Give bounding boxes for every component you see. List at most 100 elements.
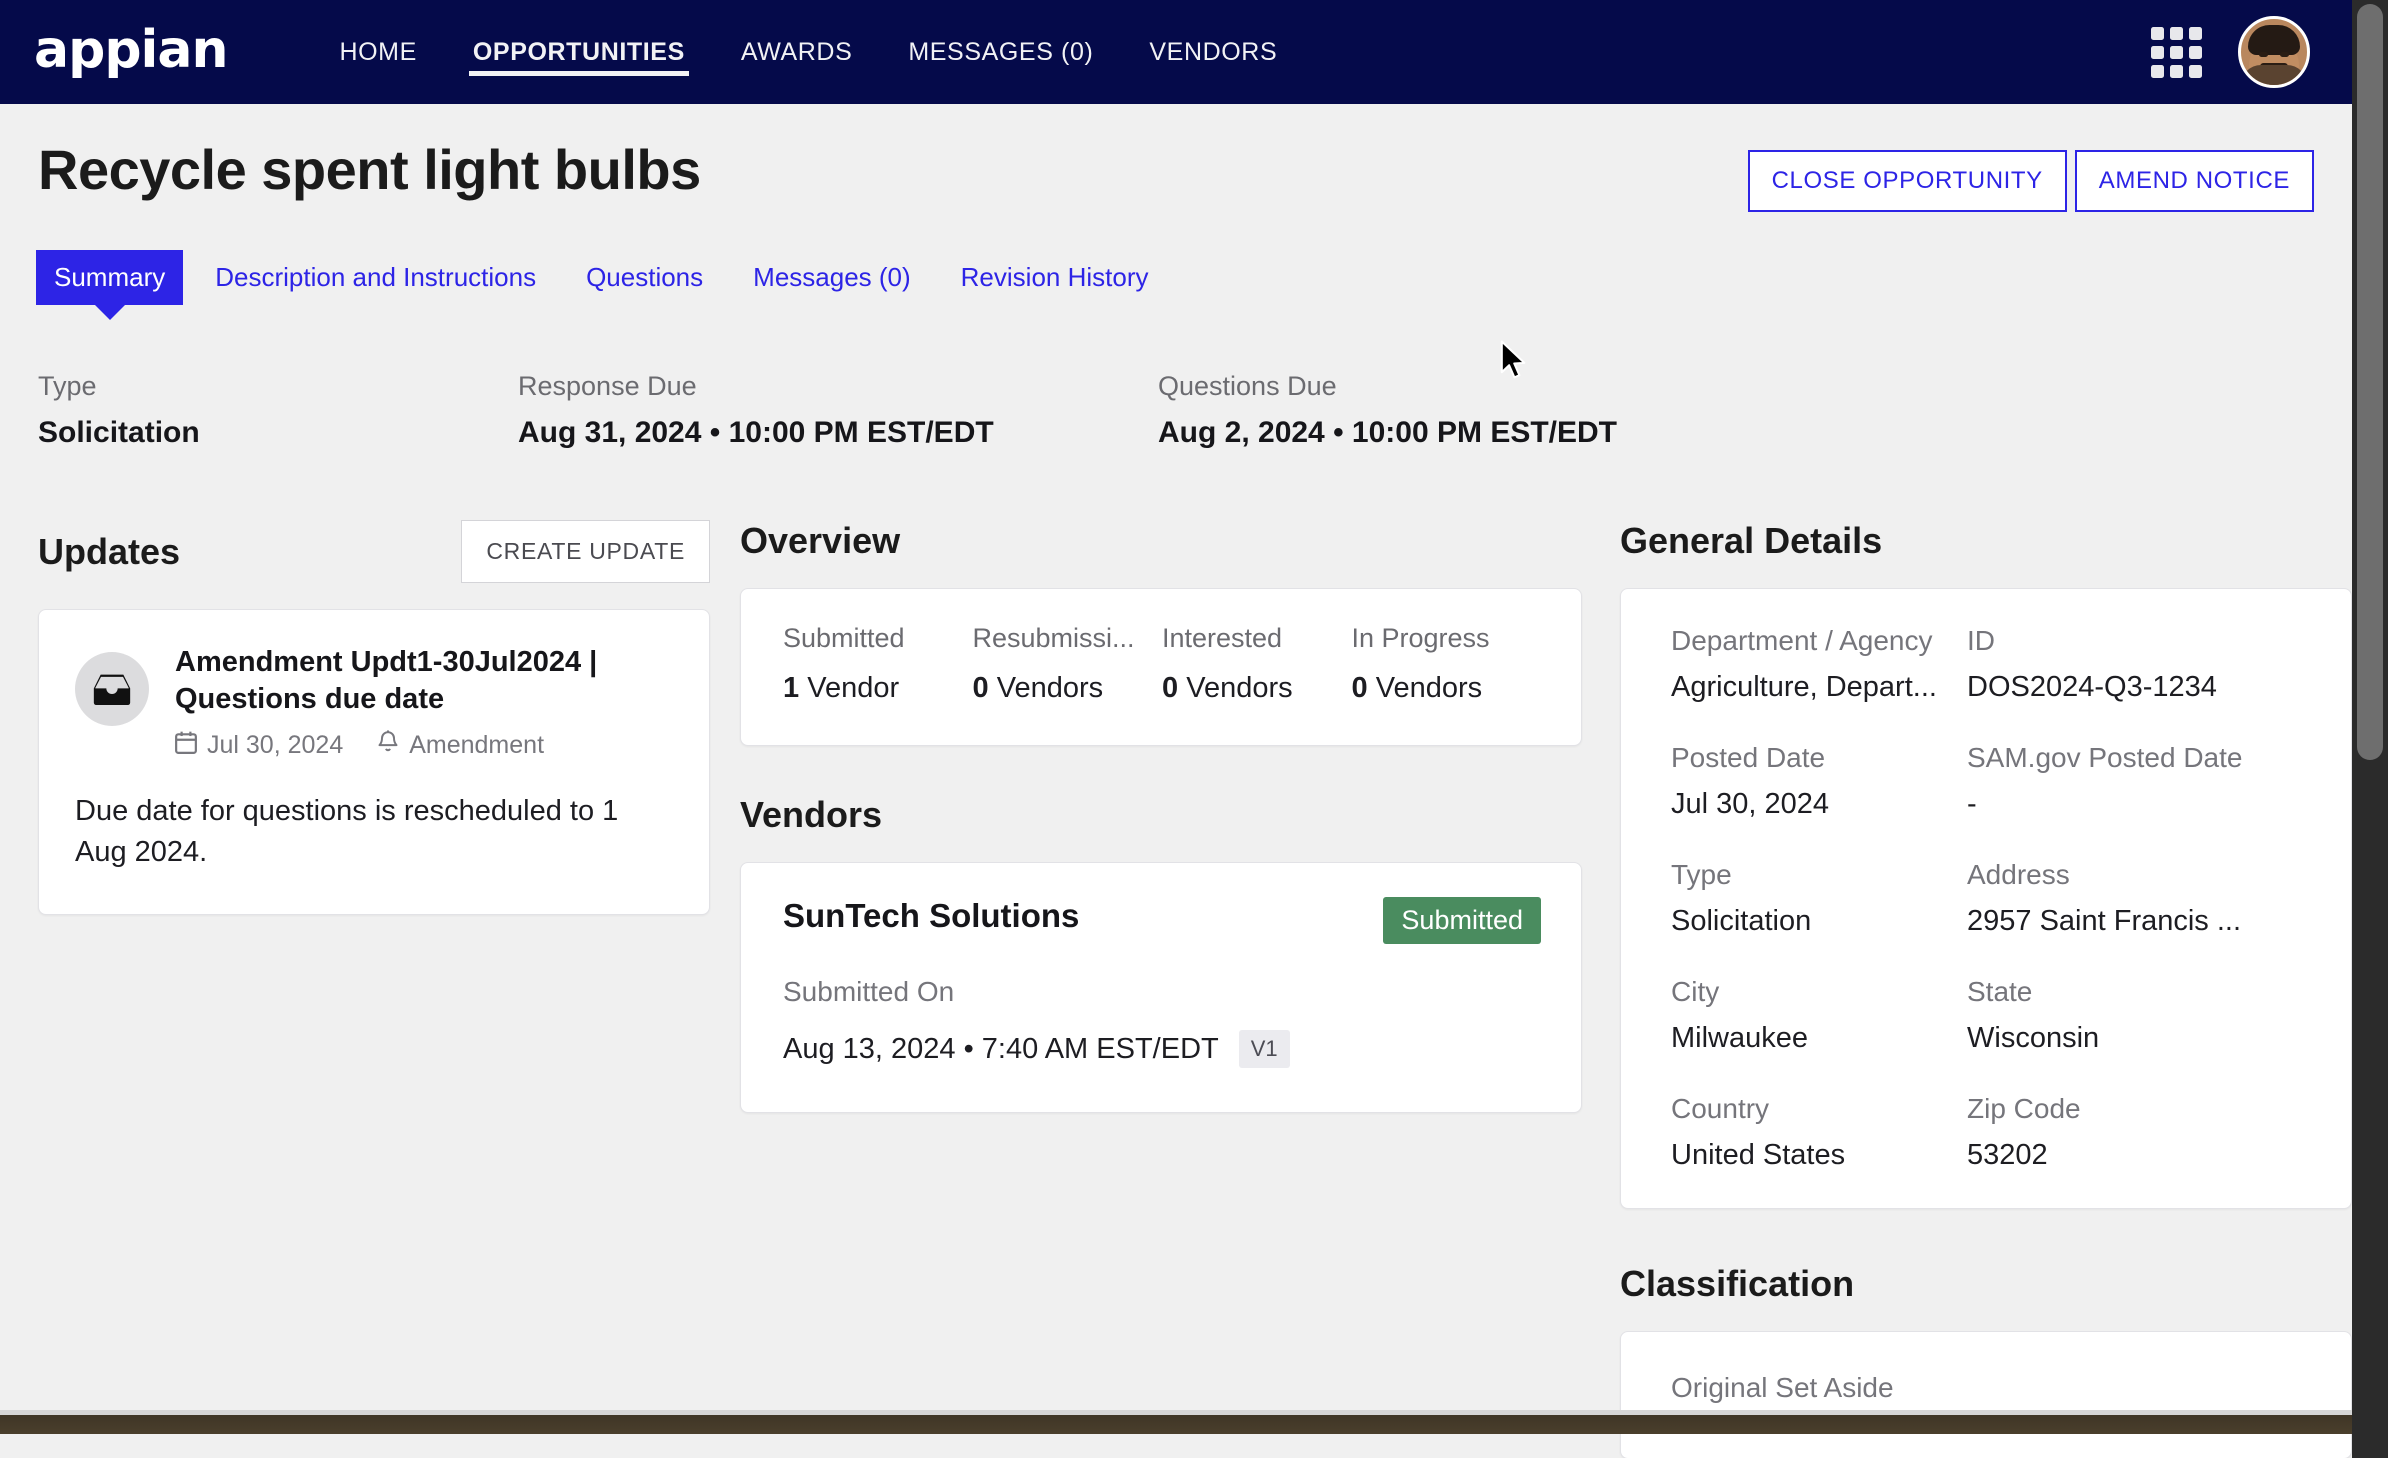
overview-card: Submitted 1 Vendor Resubmissi... 0 Vendo… bbox=[740, 588, 1582, 746]
top-navigation-bar: appian HOME OPPORTUNITIES AWARDS MESSAGE… bbox=[0, 0, 2352, 104]
update-date: Jul 30, 2024 bbox=[207, 731, 344, 760]
gd-label: Department / Agency bbox=[1671, 625, 1933, 656]
main-nav-links: HOME OPPORTUNITIES AWARDS MESSAGES (0) V… bbox=[311, 0, 1305, 104]
summary-columns: Updates CREATE UPDATE Amendment Updt1-30… bbox=[0, 450, 2352, 1458]
gd-value: Jul 30, 2024 bbox=[1671, 788, 1830, 820]
gd-label: SAM.gov Posted Date bbox=[1967, 742, 2243, 773]
overview-section-header: Overview bbox=[740, 520, 1582, 562]
vertical-scrollbar-track[interactable] bbox=[2352, 0, 2388, 1458]
gd-value: Agriculture, Depart... bbox=[1671, 671, 1937, 703]
update-meta: Jul 30, 2024 Amendment bbox=[175, 730, 673, 761]
tab-messages[interactable]: Messages (0) bbox=[735, 250, 929, 305]
general-details-column: General Details Department / Agency ID A… bbox=[1620, 520, 2352, 1458]
overview-stat-count: 1 bbox=[783, 672, 800, 704]
gd-value: DOS2024-Q3-1234 bbox=[1967, 671, 2217, 703]
general-details-section-header: General Details bbox=[1620, 520, 2352, 562]
overview-column: Overview Submitted 1 Vendor Resubmissi..… bbox=[740, 520, 1620, 1458]
page-content: Recycle spent light bulbs CLOSE OPPORTUN… bbox=[0, 104, 2352, 1458]
page-title: Recycle spent light bulbs bbox=[38, 138, 701, 201]
classification-card: Original Set Aside bbox=[1620, 1331, 2352, 1458]
vendor-submitted-label: Submitted On bbox=[783, 976, 955, 1007]
vertical-scrollbar-thumb[interactable] bbox=[2357, 4, 2383, 760]
meta-questions-due-label: Questions Due bbox=[1158, 371, 1337, 401]
overview-stat-unit: Vendors bbox=[996, 672, 1104, 704]
nav-item-home[interactable]: HOME bbox=[311, 0, 444, 104]
app-root: appian HOME OPPORTUNITIES AWARDS MESSAGE… bbox=[0, 0, 2388, 1458]
update-title: Amendment Updt1-30Jul2024 | Questions du… bbox=[175, 646, 598, 716]
vendor-card[interactable]: SunTech Solutions Submitted Submitted On… bbox=[740, 862, 1582, 1113]
nav-item-awards[interactable]: AWARDS bbox=[713, 0, 880, 104]
overview-stat-count: 0 bbox=[1351, 672, 1368, 704]
meta-type: Type Solicitation bbox=[38, 371, 518, 450]
meta-questions-due-value: Aug 2, 2024 • 10:00 PM EST/EDT bbox=[1158, 416, 1617, 449]
vendor-version-chip: V1 bbox=[1238, 1030, 1290, 1068]
classification-section-title: Classification bbox=[1620, 1263, 1855, 1304]
status-badge: Submitted bbox=[1383, 897, 1541, 944]
meta-response-due-value: Aug 31, 2024 • 10:00 PM EST/EDT bbox=[518, 416, 994, 449]
overview-stat-value: 0 Vendors bbox=[1352, 672, 1542, 705]
overview-stat-count: 0 bbox=[1162, 672, 1179, 704]
vendors-section-header: Vendors bbox=[740, 794, 1582, 836]
vendor-submitted-on: Aug 13, 2024 • 7:40 AM EST/EDT bbox=[783, 1032, 1219, 1065]
classification-section-header: Classification bbox=[1620, 1263, 2352, 1305]
bell-icon bbox=[377, 730, 399, 761]
grid-apps-icon[interactable] bbox=[2151, 26, 2202, 78]
updates-column: Updates CREATE UPDATE Amendment Updt1-30… bbox=[0, 520, 740, 1458]
window-bottom-edge bbox=[0, 1410, 2352, 1434]
overview-stat-value: 0 Vendors bbox=[1162, 672, 1352, 705]
create-update-button[interactable]: CREATE UPDATE bbox=[461, 520, 710, 583]
overview-stat-count: 0 bbox=[972, 672, 989, 704]
overview-stat-submitted: Submitted 1 Vendor bbox=[783, 623, 973, 705]
overview-stat-label: Interested bbox=[1162, 623, 1283, 653]
meta-questions-due: Questions Due Aug 2, 2024 • 10:00 PM EST… bbox=[1158, 371, 1798, 450]
nav-item-opportunities[interactable]: OPPORTUNITIES bbox=[445, 0, 713, 104]
page-header: Recycle spent light bulbs CLOSE OPPORTUN… bbox=[0, 104, 2352, 212]
page-header-actions: CLOSE OPPORTUNITY AMEND NOTICE bbox=[1747, 136, 2314, 212]
gd-label: ID bbox=[1967, 625, 1995, 656]
updates-section-title: Updates bbox=[38, 530, 181, 572]
gd-label: State bbox=[1967, 976, 2033, 1007]
gd-label: Posted Date bbox=[1671, 742, 1826, 773]
amend-notice-button[interactable]: AMEND NOTICE bbox=[2074, 150, 2314, 212]
overview-stat-label: Submitted bbox=[783, 623, 905, 653]
gd-value: United States bbox=[1671, 1139, 1846, 1171]
original-set-aside-label: Original Set Aside bbox=[1671, 1372, 1894, 1403]
overview-stat-unit: Vendors bbox=[1186, 672, 1293, 704]
update-body-text: Due date for questions is rescheduled to… bbox=[75, 795, 619, 869]
tab-questions[interactable]: Questions bbox=[568, 250, 721, 305]
gd-label: Address bbox=[1967, 859, 2070, 890]
overview-stat-in-progress: In Progress 0 Vendors bbox=[1352, 623, 1542, 705]
overview-stat-resubmissions: Resubmissi... 0 Vendors bbox=[973, 623, 1163, 705]
overview-section-title: Overview bbox=[740, 520, 901, 561]
overview-stat-value: 0 Vendors bbox=[973, 672, 1163, 705]
general-details-card: Department / Agency ID Agriculture, Depa… bbox=[1620, 588, 2352, 1209]
tab-revision-history[interactable]: Revision History bbox=[943, 250, 1167, 305]
gd-value: Wisconsin bbox=[1967, 1022, 2100, 1054]
overview-stat-label: In Progress bbox=[1351, 623, 1490, 653]
vendors-section-title: Vendors bbox=[740, 794, 883, 835]
calendar-icon bbox=[175, 731, 197, 761]
overview-stat-unit: Vendors bbox=[1375, 672, 1483, 704]
meta-type-label: Type bbox=[38, 371, 97, 401]
gd-label: City bbox=[1671, 976, 1720, 1007]
nav-item-vendors[interactable]: VENDORS bbox=[1121, 0, 1305, 104]
gd-label: Zip Code bbox=[1967, 1093, 2081, 1124]
tab-bar: Summary Description and Instructions Que… bbox=[0, 212, 2352, 305]
summary-meta-row: Type Solicitation Response Due Aug 31, 2… bbox=[0, 305, 2352, 450]
vendor-name: SunTech Solutions bbox=[783, 897, 1080, 934]
tab-description-and-instructions[interactable]: Description and Instructions bbox=[197, 250, 554, 305]
update-type: Amendment bbox=[409, 731, 545, 760]
close-opportunity-button[interactable]: CLOSE OPPORTUNITY bbox=[1747, 150, 2067, 212]
gd-value: - bbox=[1967, 788, 1977, 820]
meta-type-value: Solicitation bbox=[38, 416, 200, 449]
overview-stat-interested: Interested 0 Vendors bbox=[1162, 623, 1352, 705]
gd-value: 53202 bbox=[1967, 1139, 2048, 1171]
appian-logo[interactable]: appian bbox=[34, 24, 228, 76]
general-details-section-title: General Details bbox=[1620, 520, 1883, 561]
nav-item-messages[interactable]: MESSAGES (0) bbox=[880, 0, 1121, 104]
tab-summary[interactable]: Summary bbox=[36, 250, 184, 305]
meta-response-due: Response Due Aug 31, 2024 • 10:00 PM EST… bbox=[518, 371, 1158, 450]
gd-value: 2957 Saint Francis ... bbox=[1967, 905, 2242, 937]
avatar[interactable] bbox=[2238, 16, 2310, 88]
update-card[interactable]: Amendment Updt1-30Jul2024 | Questions du… bbox=[38, 609, 710, 915]
